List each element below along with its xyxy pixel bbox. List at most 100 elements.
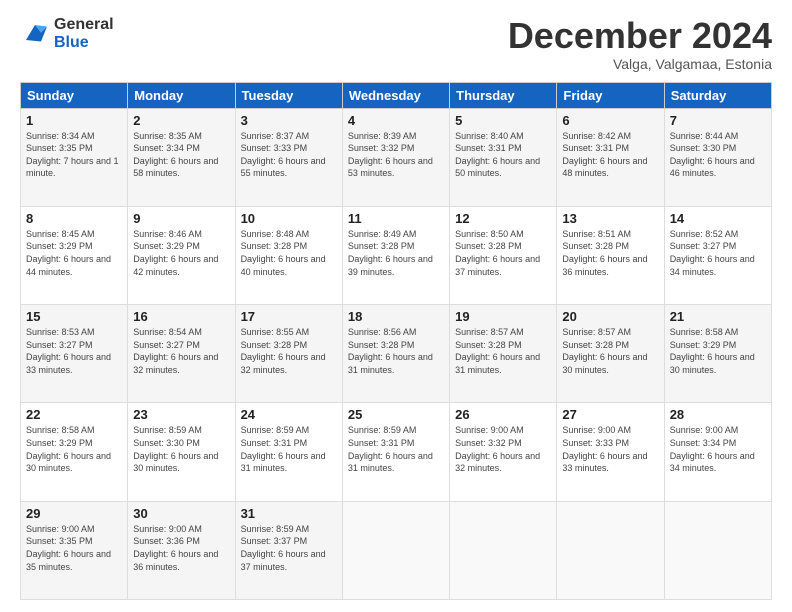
- table-row: 23 Sunrise: 8:59 AMSunset: 3:30 PMDaylig…: [128, 403, 235, 501]
- table-row: 26 Sunrise: 9:00 AMSunset: 3:32 PMDaylig…: [450, 403, 557, 501]
- day-number: 22: [26, 407, 122, 422]
- col-friday: Friday: [557, 82, 664, 108]
- table-row: 8 Sunrise: 8:45 AMSunset: 3:29 PMDayligh…: [21, 206, 128, 304]
- day-info: Sunrise: 8:57 AMSunset: 3:28 PMDaylight:…: [562, 326, 658, 376]
- day-info: Sunrise: 8:34 AMSunset: 3:35 PMDaylight:…: [26, 130, 122, 180]
- day-number: 7: [670, 113, 766, 128]
- day-info: Sunrise: 9:00 AMSunset: 3:34 PMDaylight:…: [670, 424, 766, 474]
- day-info: Sunrise: 8:45 AMSunset: 3:29 PMDaylight:…: [26, 228, 122, 278]
- calendar-week-2: 8 Sunrise: 8:45 AMSunset: 3:29 PMDayligh…: [21, 206, 772, 304]
- day-info: Sunrise: 8:53 AMSunset: 3:27 PMDaylight:…: [26, 326, 122, 376]
- calendar-table: Sunday Monday Tuesday Wednesday Thursday…: [20, 82, 772, 600]
- table-row: 12 Sunrise: 8:50 AMSunset: 3:28 PMDaylig…: [450, 206, 557, 304]
- calendar-week-4: 22 Sunrise: 8:58 AMSunset: 3:29 PMDaylig…: [21, 403, 772, 501]
- table-row: 11 Sunrise: 8:49 AMSunset: 3:28 PMDaylig…: [342, 206, 449, 304]
- table-row: 1 Sunrise: 8:34 AMSunset: 3:35 PMDayligh…: [21, 108, 128, 206]
- table-row: [450, 501, 557, 599]
- day-info: Sunrise: 8:59 AMSunset: 3:31 PMDaylight:…: [241, 424, 337, 474]
- location-subtitle: Valga, Valgamaa, Estonia: [508, 56, 772, 72]
- col-monday: Monday: [128, 82, 235, 108]
- day-number: 16: [133, 309, 229, 324]
- day-number: 11: [348, 211, 444, 226]
- col-saturday: Saturday: [664, 82, 771, 108]
- day-number: 1: [26, 113, 122, 128]
- day-info: Sunrise: 8:44 AMSunset: 3:30 PMDaylight:…: [670, 130, 766, 180]
- day-number: 10: [241, 211, 337, 226]
- logo-blue: Blue: [54, 34, 114, 52]
- table-row: 13 Sunrise: 8:51 AMSunset: 3:28 PMDaylig…: [557, 206, 664, 304]
- day-number: 17: [241, 309, 337, 324]
- day-number: 29: [26, 506, 122, 521]
- logo-text: General Blue: [54, 16, 114, 51]
- day-number: 15: [26, 309, 122, 324]
- day-info: Sunrise: 8:56 AMSunset: 3:28 PMDaylight:…: [348, 326, 444, 376]
- day-number: 25: [348, 407, 444, 422]
- day-number: 13: [562, 211, 658, 226]
- day-number: 23: [133, 407, 229, 422]
- day-number: 2: [133, 113, 229, 128]
- day-info: Sunrise: 9:00 AMSunset: 3:36 PMDaylight:…: [133, 523, 229, 573]
- day-info: Sunrise: 8:52 AMSunset: 3:27 PMDaylight:…: [670, 228, 766, 278]
- table-row: 9 Sunrise: 8:46 AMSunset: 3:29 PMDayligh…: [128, 206, 235, 304]
- table-row: 16 Sunrise: 8:54 AMSunset: 3:27 PMDaylig…: [128, 305, 235, 403]
- day-info: Sunrise: 8:51 AMSunset: 3:28 PMDaylight:…: [562, 228, 658, 278]
- day-info: Sunrise: 8:58 AMSunset: 3:29 PMDaylight:…: [26, 424, 122, 474]
- logo: General Blue: [20, 16, 114, 51]
- table-row: 25 Sunrise: 8:59 AMSunset: 3:31 PMDaylig…: [342, 403, 449, 501]
- col-thursday: Thursday: [450, 82, 557, 108]
- day-info: Sunrise: 8:58 AMSunset: 3:29 PMDaylight:…: [670, 326, 766, 376]
- day-info: Sunrise: 9:00 AMSunset: 3:32 PMDaylight:…: [455, 424, 551, 474]
- table-row: 18 Sunrise: 8:56 AMSunset: 3:28 PMDaylig…: [342, 305, 449, 403]
- day-info: Sunrise: 8:49 AMSunset: 3:28 PMDaylight:…: [348, 228, 444, 278]
- table-row: 7 Sunrise: 8:44 AMSunset: 3:30 PMDayligh…: [664, 108, 771, 206]
- day-number: 27: [562, 407, 658, 422]
- day-info: Sunrise: 8:59 AMSunset: 3:31 PMDaylight:…: [348, 424, 444, 474]
- day-info: Sunrise: 8:55 AMSunset: 3:28 PMDaylight:…: [241, 326, 337, 376]
- day-info: Sunrise: 9:00 AMSunset: 3:33 PMDaylight:…: [562, 424, 658, 474]
- day-info: Sunrise: 8:54 AMSunset: 3:27 PMDaylight:…: [133, 326, 229, 376]
- logo-bird-icon: [20, 19, 50, 49]
- day-info: Sunrise: 8:48 AMSunset: 3:28 PMDaylight:…: [241, 228, 337, 278]
- calendar-week-5: 29 Sunrise: 9:00 AMSunset: 3:35 PMDaylig…: [21, 501, 772, 599]
- day-number: 6: [562, 113, 658, 128]
- day-info: Sunrise: 8:40 AMSunset: 3:31 PMDaylight:…: [455, 130, 551, 180]
- day-number: 19: [455, 309, 551, 324]
- table-row: 3 Sunrise: 8:37 AMSunset: 3:33 PMDayligh…: [235, 108, 342, 206]
- table-row: 5 Sunrise: 8:40 AMSunset: 3:31 PMDayligh…: [450, 108, 557, 206]
- day-number: 18: [348, 309, 444, 324]
- table-row: 24 Sunrise: 8:59 AMSunset: 3:31 PMDaylig…: [235, 403, 342, 501]
- day-info: Sunrise: 8:35 AMSunset: 3:34 PMDaylight:…: [133, 130, 229, 180]
- day-number: 28: [670, 407, 766, 422]
- table-row: 2 Sunrise: 8:35 AMSunset: 3:34 PMDayligh…: [128, 108, 235, 206]
- day-number: 21: [670, 309, 766, 324]
- header: General Blue December 2024 Valga, Valgam…: [20, 16, 772, 72]
- day-number: 9: [133, 211, 229, 226]
- day-info: Sunrise: 8:57 AMSunset: 3:28 PMDaylight:…: [455, 326, 551, 376]
- title-area: December 2024 Valga, Valgamaa, Estonia: [508, 16, 772, 72]
- table-row: 20 Sunrise: 8:57 AMSunset: 3:28 PMDaylig…: [557, 305, 664, 403]
- day-number: 30: [133, 506, 229, 521]
- col-tuesday: Tuesday: [235, 82, 342, 108]
- col-sunday: Sunday: [21, 82, 128, 108]
- table-row: 29 Sunrise: 9:00 AMSunset: 3:35 PMDaylig…: [21, 501, 128, 599]
- day-info: Sunrise: 8:37 AMSunset: 3:33 PMDaylight:…: [241, 130, 337, 180]
- table-row: 15 Sunrise: 8:53 AMSunset: 3:27 PMDaylig…: [21, 305, 128, 403]
- calendar-week-3: 15 Sunrise: 8:53 AMSunset: 3:27 PMDaylig…: [21, 305, 772, 403]
- day-number: 20: [562, 309, 658, 324]
- day-number: 31: [241, 506, 337, 521]
- table-row: 30 Sunrise: 9:00 AMSunset: 3:36 PMDaylig…: [128, 501, 235, 599]
- month-title: December 2024: [508, 16, 772, 56]
- day-number: 26: [455, 407, 551, 422]
- table-row: [557, 501, 664, 599]
- day-number: 5: [455, 113, 551, 128]
- table-row: 22 Sunrise: 8:58 AMSunset: 3:29 PMDaylig…: [21, 403, 128, 501]
- table-row: 6 Sunrise: 8:42 AMSunset: 3:31 PMDayligh…: [557, 108, 664, 206]
- table-row: 19 Sunrise: 8:57 AMSunset: 3:28 PMDaylig…: [450, 305, 557, 403]
- day-number: 14: [670, 211, 766, 226]
- day-info: Sunrise: 8:59 AMSunset: 3:30 PMDaylight:…: [133, 424, 229, 474]
- table-row: [342, 501, 449, 599]
- day-number: 8: [26, 211, 122, 226]
- day-info: Sunrise: 8:46 AMSunset: 3:29 PMDaylight:…: [133, 228, 229, 278]
- day-number: 3: [241, 113, 337, 128]
- day-info: Sunrise: 9:00 AMSunset: 3:35 PMDaylight:…: [26, 523, 122, 573]
